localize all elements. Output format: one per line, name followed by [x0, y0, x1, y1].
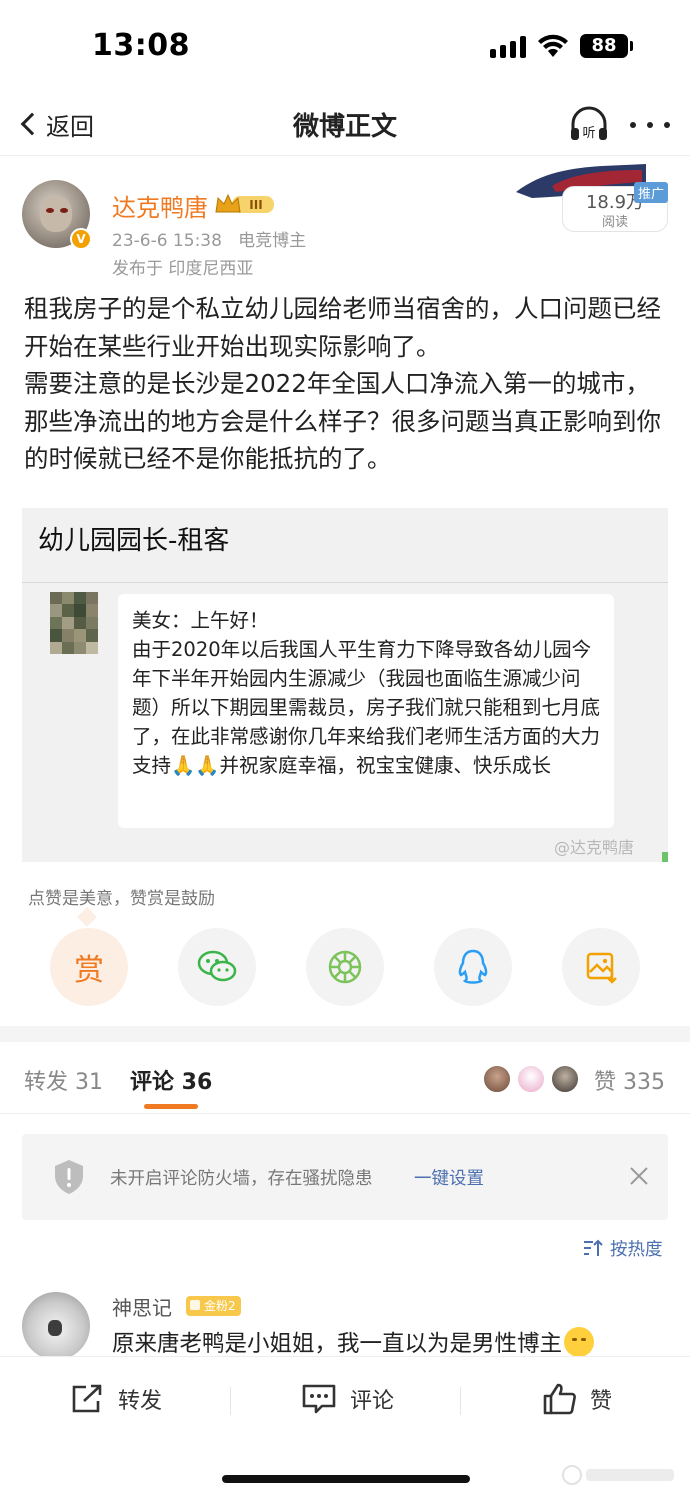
battery-indicator: 88 — [580, 34, 628, 58]
thumbs-up-icon — [543, 1383, 576, 1415]
ad-tag: 推广 — [634, 182, 669, 203]
one-click-settings-link[interactable]: 一键设置 — [414, 1165, 484, 1190]
emoji-icon — [564, 1327, 595, 1357]
avatar-face — [40, 196, 72, 232]
home-indicator — [222, 1475, 470, 1483]
listen-icon-text: 听 — [582, 126, 595, 141]
status-bar: 13:08 88 — [0, 0, 690, 92]
author-level-text: III — [249, 198, 262, 212]
sort-by-hot-button[interactable]: 按热度 — [582, 1236, 663, 1260]
post-paragraph: 需要注意的是长沙是2022年全国人口净流入第一的城市，那些净流出的地方会是什么样… — [24, 369, 661, 473]
crown-level-badge-icon: III — [215, 193, 274, 213]
comment-label: 评论 — [350, 1389, 395, 1414]
chat-message-body: 由于2020年以后我国人平生育力下降导致各幼儿园今年下半年开始园内生源减少（我园… — [132, 638, 601, 777]
chat-message-bubble: 美女：上午好！ 由于2020年以后我国人平生育力下降导致各幼儿园今年下半年开始园… — [118, 594, 614, 828]
green-strip — [662, 852, 668, 862]
sort-icon — [584, 1239, 603, 1256]
chat-title: 幼儿园园长-租客 — [38, 526, 230, 556]
reward-hint: 点赞是美意，赞赏是鼓励 — [28, 889, 215, 909]
back-label: 返回 — [46, 112, 94, 141]
active-tab-indicator — [144, 1104, 198, 1109]
interaction-tabs: 转发 31 评论 36 赞 335 — [0, 1042, 690, 1114]
bottom-action-bar: 转发 评论 赞 — [0, 1356, 690, 1496]
like-button[interactable]: 赞 — [542, 1381, 612, 1417]
action-separator — [230, 1387, 231, 1415]
comment-text: 原来唐老鸭是小姐姐，我一直以为是男性博主 — [112, 1326, 595, 1358]
more-options-button[interactable] — [630, 118, 670, 132]
chat-greeting: 美女：上午好！ — [132, 609, 269, 632]
watermark-logo — [562, 1465, 674, 1485]
action-separator — [460, 1387, 461, 1415]
post-date: 23-6-6 15:38 — [112, 231, 222, 251]
shield-icon — [55, 1160, 83, 1194]
tab-likes[interactable]: 赞 335 — [594, 1064, 665, 1096]
read-label: 阅读 — [601, 215, 628, 230]
share-wechat-button[interactable] — [178, 928, 256, 1006]
post-location: 发布于 印度尼西亚 — [112, 259, 254, 279]
verified-badge-icon: V — [70, 228, 92, 250]
repost-button[interactable]: 转发 — [70, 1381, 162, 1417]
comment-button[interactable]: 评论 — [300, 1381, 394, 1417]
post-image[interactable]: 幼儿园园长-租客 美女：上午好！ 由于2020年以后我国人平生育力下降导致各幼儿… — [22, 508, 668, 862]
dot-icon — [664, 122, 670, 128]
tab-reposts[interactable]: 转发 31 — [24, 1064, 103, 1096]
reward-button[interactable]: 赏 — [50, 928, 128, 1006]
liker-avatar[interactable] — [550, 1064, 580, 1094]
dot-icon — [647, 122, 653, 128]
avatar-eye — [46, 208, 54, 213]
back-button[interactable]: 返回 — [18, 104, 94, 144]
divider — [22, 582, 668, 583]
share-moments-button[interactable] — [306, 928, 384, 1006]
like-label: 赞 — [590, 1389, 613, 1414]
cellular-signal-icon — [490, 36, 526, 58]
liker-avatar[interactable] — [516, 1064, 546, 1094]
sort-label: 按热度 — [610, 1239, 663, 1260]
wifi-icon — [538, 34, 568, 57]
post-body: 租我房子的是个私立幼儿园给老师当宿舍的，人口问题已经开始在某些行业开始出现实际影… — [24, 290, 666, 478]
weibo-watermark: @达克鸭唐 — [554, 838, 635, 857]
post-meta: 23-6-6 15:38 电竞博主 — [112, 226, 306, 251]
author-tag: 电竞博主 — [238, 231, 307, 251]
repost-label: 转发 — [118, 1389, 163, 1414]
comment-icon — [302, 1384, 336, 1414]
commenter-name[interactable]: 神思记 — [112, 1292, 172, 1321]
avatar-figure — [48, 1320, 62, 1336]
dot-icon — [630, 122, 636, 128]
notice-text: 未开启评论防火墙，存在骚扰隐患 — [110, 1169, 373, 1189]
post-paragraph: 租我房子的是个私立幼儿园给老师当宿舍的，人口问题已经开始在某些行业开始出现实际影… — [24, 294, 661, 361]
save-image-button[interactable] — [562, 928, 640, 1006]
wechat-icon — [197, 950, 237, 982]
fan-badge: 金粉2 — [186, 1296, 241, 1316]
nav-bar: 返回 微博正文 听 — [0, 92, 690, 156]
close-icon[interactable] — [628, 1165, 650, 1187]
author-name[interactable]: 达克鸭唐 — [112, 188, 208, 223]
save-image-icon — [586, 952, 617, 984]
comment-firewall-notice: 未开启评论防火墙，存在骚扰隐患 一键设置 — [22, 1134, 668, 1220]
moments-icon — [328, 950, 362, 984]
commenter-avatar[interactable] — [22, 1292, 90, 1360]
repost-icon — [72, 1384, 102, 1413]
blurred-avatar — [50, 592, 98, 654]
share-qq-button[interactable] — [434, 928, 512, 1006]
share-row: 赏 — [50, 928, 640, 1008]
status-time: 13:08 — [92, 28, 190, 63]
chevron-left-icon — [20, 112, 44, 136]
qq-icon — [458, 949, 488, 984]
battery-tip — [630, 41, 633, 51]
section-gap — [0, 1026, 690, 1042]
listen-headphones-icon[interactable]: 听 — [568, 104, 610, 144]
avatar-eye — [60, 208, 68, 213]
liker-avatar[interactable] — [482, 1064, 512, 1094]
reward-caret — [77, 907, 97, 927]
comment-body: 原来唐老鸭是小姐姐，我一直以为是男性博主 — [112, 1331, 563, 1357]
tab-comments[interactable]: 评论 36 — [130, 1064, 212, 1096]
reward-icon: 赏 — [74, 953, 104, 988]
